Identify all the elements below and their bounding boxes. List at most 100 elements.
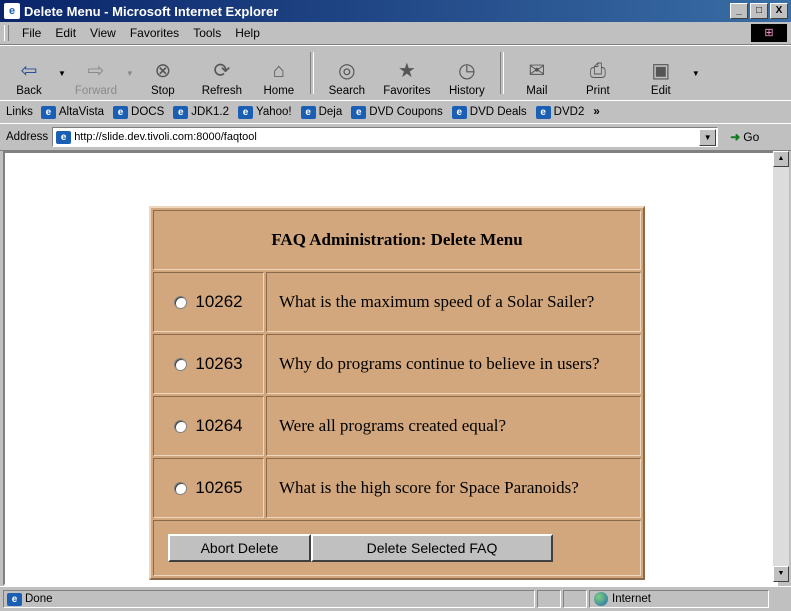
link-dvd-deals[interactable]: e DVD Deals [451, 105, 527, 119]
refresh-button[interactable]: ⟳ Refresh [192, 49, 252, 97]
history-label: History [448, 85, 485, 97]
refresh-label: Refresh [201, 85, 242, 97]
favorites-label: Favorites [383, 85, 431, 97]
ie-page-icon: e [238, 105, 253, 119]
toolbar-overflow-icon[interactable]: ▼ [692, 69, 700, 78]
scroll-up-icon[interactable]: ▲ [773, 151, 789, 167]
print-label: Print [586, 85, 610, 97]
ie-page-icon: e [451, 105, 467, 119]
table-row: 10265 What is the high score for Space P… [153, 458, 641, 518]
link-label: Yahoo! [256, 106, 292, 118]
faq-radio-10264[interactable] [174, 419, 188, 433]
link-yahoo[interactable]: e Yahoo! [238, 105, 292, 119]
edit-icon: ▣ [651, 60, 671, 82]
faq-question: Were all programs created equal? [266, 396, 641, 456]
address-dropdown-icon[interactable]: ▼ [699, 129, 717, 146]
mail-button[interactable]: ✉ Mail [508, 49, 566, 97]
window-controls: _ □ X [730, 3, 788, 19]
faq-question: What is the high score for Space Paranoi… [266, 458, 641, 518]
links-overflow-icon[interactable]: » [593, 106, 599, 118]
link-altavista[interactable]: e AltaVista [40, 105, 105, 119]
link-dvd2[interactable]: e DVD2 [535, 105, 585, 119]
stop-label: Stop [151, 85, 175, 97]
mail-label: Mail [526, 85, 548, 97]
faq-id-cell: 10263 [153, 334, 264, 394]
faq-radio-10263[interactable] [174, 357, 188, 371]
home-label: Home [263, 85, 295, 97]
menu-help[interactable]: Help [228, 26, 267, 40]
ie-page-icon: e [113, 105, 129, 119]
faq-radio-10262[interactable] [174, 295, 188, 309]
search-button[interactable]: ◎ Search [318, 49, 376, 97]
link-label: DVD Deals [469, 106, 527, 118]
forward-label: Forward [74, 85, 118, 97]
page-title: FAQ Administration: Delete Menu [153, 210, 641, 270]
faq-question: What is the maximum speed of a Solar Sai… [266, 272, 641, 332]
back-arrow-icon: ⇦ [20, 60, 38, 82]
print-icon: ⎙ [589, 60, 606, 82]
forward-arrow-icon: ⇨ [87, 60, 105, 82]
stop-button[interactable]: ⊗ Stop [134, 49, 192, 97]
links-label: Links [6, 106, 33, 118]
link-dvd-coupons[interactable]: e DVD Coupons [351, 105, 443, 119]
vertical-scrollbar[interactable]: ▲ ▼ [773, 151, 789, 582]
forward-button[interactable]: ⇨ Forward [66, 49, 126, 97]
edit-button[interactable]: ▣ Edit [630, 49, 692, 97]
minimize-button[interactable]: _ [730, 3, 748, 19]
ie-page-icon: e [56, 130, 72, 144]
link-label: AltaVista [58, 106, 105, 118]
refresh-icon: ⟳ [213, 60, 231, 82]
links-bar: Links e AltaVista e DOCS e JDK1.2 e Yahoo! e… [0, 100, 791, 124]
faq-radio-10265[interactable] [174, 481, 188, 495]
ie-page-icon: e [7, 592, 22, 606]
home-button[interactable]: ⌂ Home [252, 49, 306, 97]
menu-view[interactable]: View [83, 26, 123, 40]
faq-id-cell: 10262 [153, 272, 264, 332]
abort-delete-button[interactable]: Abort Delete [168, 534, 311, 562]
delete-selected-faq-button[interactable]: Delete Selected FAQ [311, 534, 553, 562]
history-button[interactable]: ◷ History [438, 49, 496, 97]
back-button[interactable]: ⇦ Back [0, 49, 58, 97]
back-dropdown-icon[interactable]: ▼ [58, 69, 66, 78]
link-label: DVD2 [553, 106, 585, 118]
address-bar: Address e http://slide.dev.tivoli.com:80… [0, 123, 791, 151]
link-docs[interactable]: e DOCS [113, 105, 165, 119]
menu-bar: File Edit View Favorites Tools Help ⊞ [0, 22, 791, 45]
history-icon: ◷ [458, 60, 476, 82]
link-deja[interactable]: e Deja [300, 105, 342, 119]
print-button[interactable]: ⎙ Print [566, 49, 630, 97]
forward-dropdown-icon[interactable]: ▼ [126, 69, 134, 78]
link-label: JDK1.2 [191, 106, 229, 118]
stop-icon: ⊗ [154, 60, 172, 82]
search-icon: ◎ [338, 60, 356, 82]
faq-id: 10263 [195, 354, 243, 373]
ie-page-icon: e [300, 105, 316, 119]
link-label: DOCS [131, 106, 165, 118]
maximize-button[interactable]: □ [750, 3, 768, 19]
table-row: 10262 What is the maximum speed of a Sol… [153, 272, 641, 332]
toolbar-separator [499, 52, 504, 94]
go-button[interactable]: ➜ Go [730, 130, 759, 144]
menu-grip [4, 25, 9, 41]
faq-id-cell: 10265 [153, 458, 264, 518]
favorites-button[interactable]: ★ Favorites [376, 49, 438, 97]
link-jdk[interactable]: e JDK1.2 [173, 105, 229, 119]
page-content: FAQ Administration: Delete Menu 10262 Wh… [3, 151, 778, 586]
address-input[interactable]: e http://slide.dev.tivoli.com:8000/faqto… [52, 127, 719, 147]
edit-label: Edit [650, 85, 671, 97]
menu-edit[interactable]: Edit [48, 26, 83, 40]
address-url: http://slide.dev.tivoli.com:8000/faqtool [74, 131, 257, 143]
search-label: Search [328, 85, 366, 97]
link-label: DVD Coupons [369, 106, 443, 118]
table-row: 10263 Why do programs continue to believ… [153, 334, 641, 394]
menu-file[interactable]: File [15, 26, 48, 40]
close-button[interactable]: X [770, 3, 788, 19]
menu-tools[interactable]: Tools [186, 26, 228, 40]
status-panel [563, 590, 587, 608]
favorites-icon: ★ [397, 60, 416, 82]
scroll-down-icon[interactable]: ▼ [773, 566, 789, 582]
title-bar: e Delete Menu - Microsoft Internet Explo… [0, 0, 791, 22]
status-bar: e Done Internet [0, 586, 791, 611]
menu-favorites[interactable]: Favorites [123, 26, 186, 40]
zone-label: Internet [612, 593, 651, 605]
